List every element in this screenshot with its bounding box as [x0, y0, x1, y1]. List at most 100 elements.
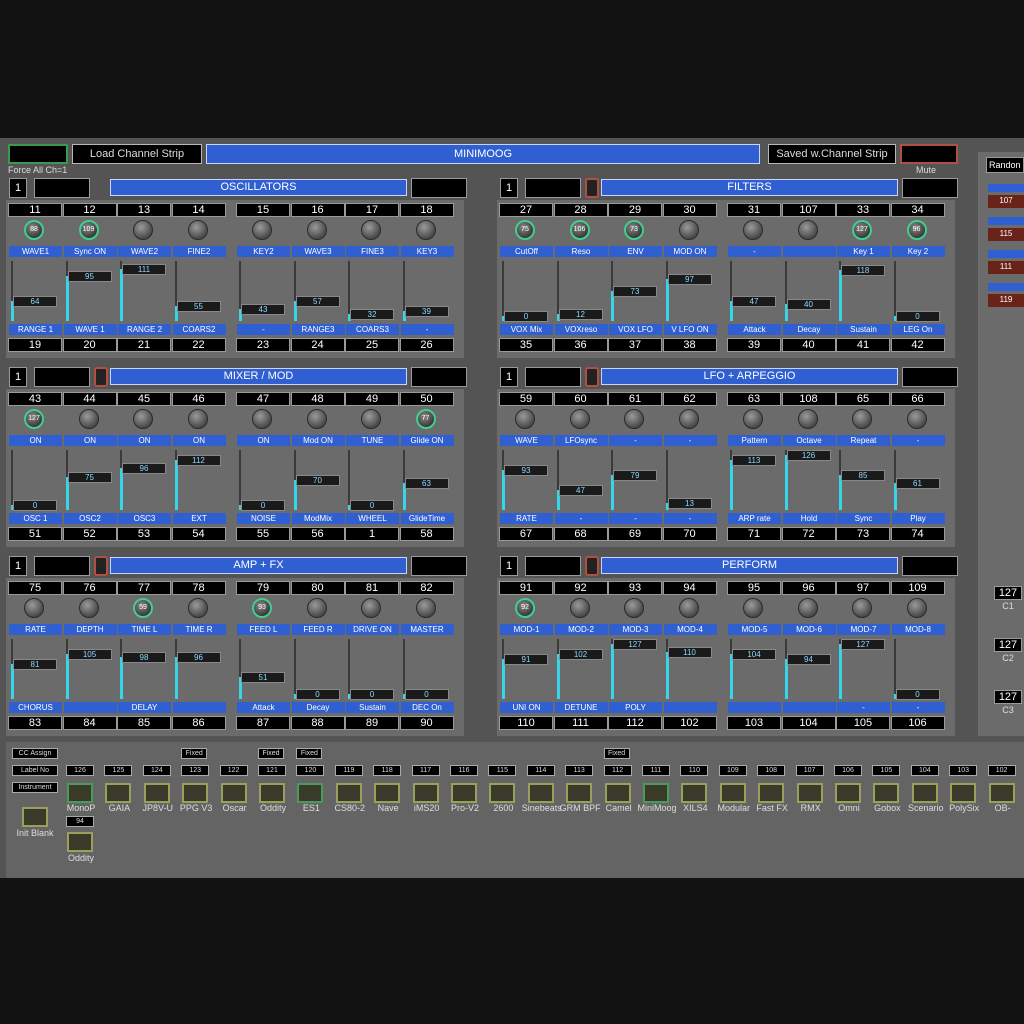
fader[interactable]: 81 [9, 639, 61, 699]
cc-number-top[interactable]: 43 [8, 392, 62, 406]
right-dash[interactable] [988, 250, 1024, 258]
channel-value[interactable]: 127 [994, 586, 1022, 600]
knob[interactable] [678, 598, 699, 618]
fader[interactable]: 32 [346, 261, 398, 321]
fader[interactable]: 75 [64, 450, 116, 510]
cc-number-top[interactable]: 66 [890, 392, 945, 406]
channel-box[interactable] [34, 556, 90, 576]
cc-number-bottom[interactable]: 102 [662, 716, 717, 730]
knob[interactable] [415, 598, 436, 618]
right-dash[interactable] [988, 184, 1024, 192]
cc-number-top[interactable]: 107 [781, 203, 836, 217]
cc-number-bottom[interactable]: 56 [290, 527, 345, 541]
preset-number[interactable]: 121 [258, 765, 286, 776]
label-no-tag[interactable]: Label No [12, 765, 58, 776]
knob[interactable] [24, 598, 44, 618]
fader[interactable]: 0 [346, 450, 398, 511]
fader[interactable]: 57 [292, 261, 344, 321]
fader[interactable]: 55 [173, 261, 225, 321]
fader[interactable]: 64 [9, 261, 61, 321]
preset-number[interactable]: 115 [488, 765, 517, 776]
knob[interactable] [852, 409, 872, 429]
preset-switch[interactable] [105, 783, 132, 803]
cc-number-top[interactable]: 63 [727, 392, 781, 406]
cc-number-top[interactable]: 95 [727, 581, 781, 595]
fader[interactable]: 39 [401, 261, 453, 321]
fader[interactable]: 47 [555, 450, 607, 510]
fader[interactable]: 0 [237, 450, 289, 511]
cc-number-bottom[interactable]: 110 [499, 716, 553, 730]
cc-number-bottom[interactable]: 105 [836, 716, 890, 730]
fader[interactable]: 96 [118, 450, 170, 510]
cc-number-top[interactable]: 97 [836, 581, 890, 595]
cc-number-bottom[interactable]: 35 [499, 338, 553, 352]
cc-number-bottom[interactable]: 42 [890, 338, 945, 352]
preset-number[interactable]: 118 [373, 765, 402, 776]
preset-number[interactable]: 105 [872, 765, 901, 776]
cc-number-bottom[interactable]: 71 [727, 527, 781, 541]
cc-number-bottom[interactable]: 72 [781, 527, 836, 541]
cc-number-bottom[interactable]: 58 [399, 527, 454, 541]
cc-number-top[interactable]: 75 [8, 581, 62, 595]
init-blank-switch[interactable] [22, 807, 48, 827]
cc-number-top[interactable]: 50 [399, 392, 454, 406]
instrument-tag[interactable]: Instrument [12, 782, 58, 793]
cc-number-top[interactable]: 92 [553, 581, 608, 595]
channel-box[interactable] [525, 367, 581, 387]
cc-number-bottom[interactable]: 51 [8, 527, 62, 541]
channel-value[interactable]: 127 [994, 638, 1022, 652]
fader[interactable]: 127 [837, 639, 889, 699]
fader[interactable]: 95 [64, 261, 116, 321]
preset-switch[interactable] [451, 783, 477, 803]
preset-number[interactable]: 106 [834, 765, 862, 776]
preset-number[interactable]: 109 [718, 765, 747, 776]
section-extra-box[interactable] [902, 178, 958, 198]
cc-number-bottom[interactable]: 40 [781, 338, 836, 352]
knob[interactable] [797, 220, 818, 240]
fader[interactable]: 0 [892, 261, 944, 322]
save-channel-strip-button[interactable]: Saved w.Channel Strip [768, 144, 896, 164]
fader[interactable]: 118 [837, 261, 889, 321]
preset-number[interactable]: 111 [642, 765, 670, 776]
fader[interactable]: 70 [292, 450, 344, 510]
knob[interactable] [906, 598, 927, 618]
preset-switch[interactable] [873, 783, 900, 803]
preset-switch[interactable] [259, 783, 285, 803]
knob[interactable] [187, 598, 208, 618]
cc-number-bottom[interactable]: 67 [499, 527, 553, 541]
section-extra-box[interactable] [411, 178, 467, 198]
knob[interactable] [415, 220, 436, 240]
knob[interactable] [678, 409, 699, 429]
cc-number-top[interactable]: 33 [836, 203, 890, 217]
cc-number-top[interactable]: 78 [171, 581, 226, 595]
cc-number-bottom[interactable]: 73 [836, 527, 890, 541]
fader[interactable]: 94 [783, 639, 835, 699]
cc-number-top[interactable]: 12 [62, 203, 117, 217]
knob[interactable] [78, 598, 99, 618]
cc-number-top[interactable]: 77 [117, 581, 171, 595]
preset-number[interactable]: 114 [526, 765, 555, 776]
cc-number-bottom[interactable]: 85 [117, 716, 171, 730]
cc-number-top[interactable]: 48 [290, 392, 345, 406]
cc-number-bottom[interactable]: 1 [345, 527, 399, 541]
preset-number[interactable]: 124 [142, 765, 171, 776]
channel-number[interactable]: 1 [500, 556, 518, 576]
fader[interactable]: 102 [555, 639, 607, 699]
fader[interactable]: 104 [728, 639, 780, 699]
knob[interactable] [252, 409, 272, 429]
section-extra-box[interactable] [411, 367, 467, 387]
fader[interactable]: 0 [500, 261, 552, 322]
fader[interactable]: 0 [292, 639, 344, 700]
cc-number-top[interactable]: 59 [499, 392, 553, 406]
knob[interactable] [187, 409, 208, 429]
preset-number[interactable]: 119 [334, 765, 363, 776]
preset-number[interactable]: 120 [296, 765, 325, 776]
preset-switch[interactable] [220, 783, 247, 803]
cc-number-top[interactable]: 93 [608, 581, 662, 595]
preset-number[interactable]: 110 [680, 765, 709, 776]
preset-switch[interactable] [374, 783, 401, 803]
fader[interactable]: 73 [609, 261, 661, 321]
cc-number-bottom[interactable]: 106 [890, 716, 945, 730]
channel-box[interactable] [525, 178, 581, 198]
preset-number[interactable]: 102 [987, 765, 1016, 776]
